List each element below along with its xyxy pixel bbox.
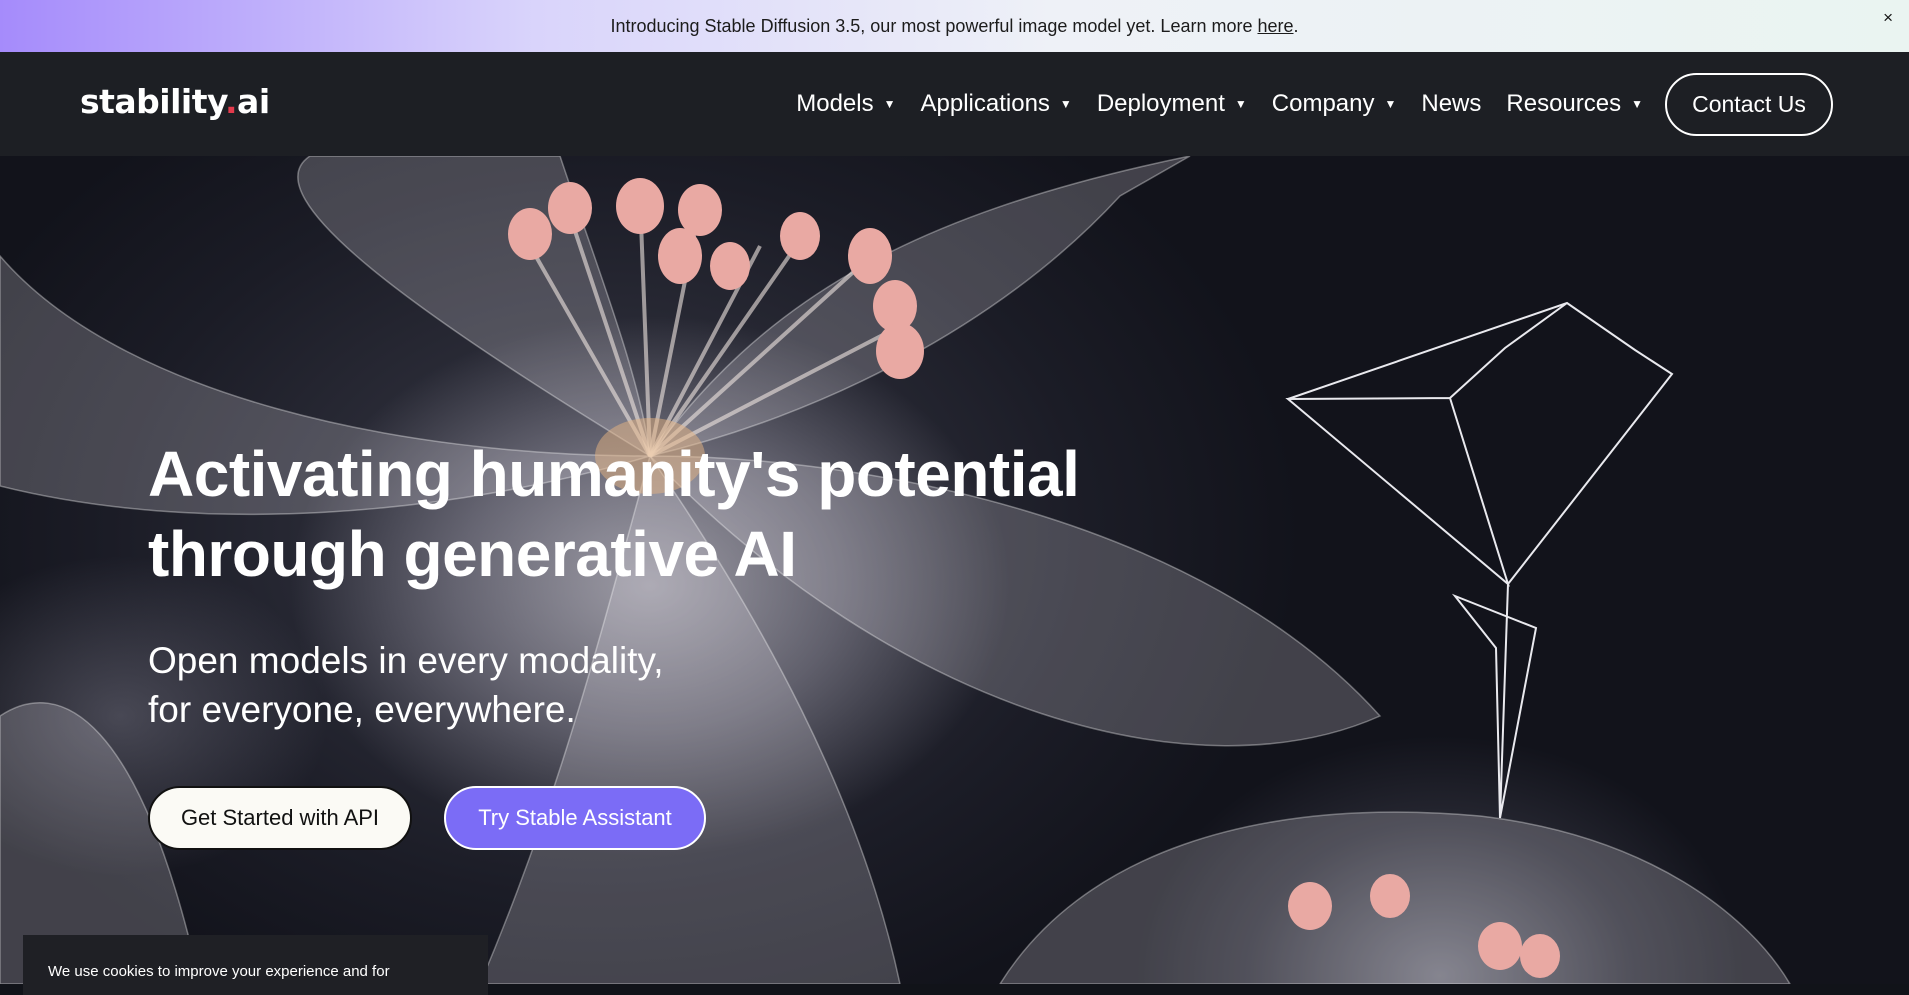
caret-down-icon: ▼: [1384, 97, 1397, 111]
nav-menu: Models ▼ Applications ▼ Deployment ▼ Com…: [771, 70, 1833, 138]
caret-down-icon: ▼: [1059, 97, 1072, 111]
announcement-banner: Introducing Stable Diffusion 3.5, our mo…: [0, 0, 1909, 52]
get-started-api-button[interactable]: Get Started with API: [148, 786, 412, 850]
nav-item-company[interactable]: Company ▼: [1272, 90, 1397, 118]
nav-item-news[interactable]: News: [1421, 90, 1481, 118]
contact-us-button[interactable]: Contact Us: [1665, 72, 1833, 136]
hero-headline: Activating humanity's potential through …: [148, 438, 1080, 590]
stability-logo[interactable]: stability.ai: [80, 82, 270, 121]
main-navigation: stability.ai Models ▼ Applications ▼ Dep…: [0, 52, 1909, 156]
caret-down-icon: ▼: [1631, 97, 1643, 111]
announcement-text: Introducing Stable Diffusion 3.5, our mo…: [610, 15, 1299, 36]
hero-subheadline: Open models in every modality, for every…: [148, 640, 664, 730]
nav-item-resources[interactable]: Resources ▼: [1506, 90, 1643, 118]
caret-down-icon: ▼: [1234, 97, 1247, 111]
cookie-consent-banner: We use cookies to improve your experienc…: [23, 935, 488, 995]
nav-item-applications[interactable]: Applications ▼: [921, 90, 1072, 118]
hero-section: Activating humanity's potential through …: [0, 156, 1909, 984]
try-stable-assistant-button[interactable]: Try Stable Assistant: [444, 786, 706, 850]
nav-item-models[interactable]: Models ▼: [796, 90, 895, 118]
announcement-link[interactable]: here: [1257, 16, 1293, 36]
cookie-text: We use cookies to improve your experienc…: [48, 963, 390, 980]
caret-down-icon: ▼: [883, 97, 896, 111]
nav-item-deployment[interactable]: Deployment ▼: [1097, 90, 1247, 118]
close-icon[interactable]: ×: [1883, 8, 1893, 28]
